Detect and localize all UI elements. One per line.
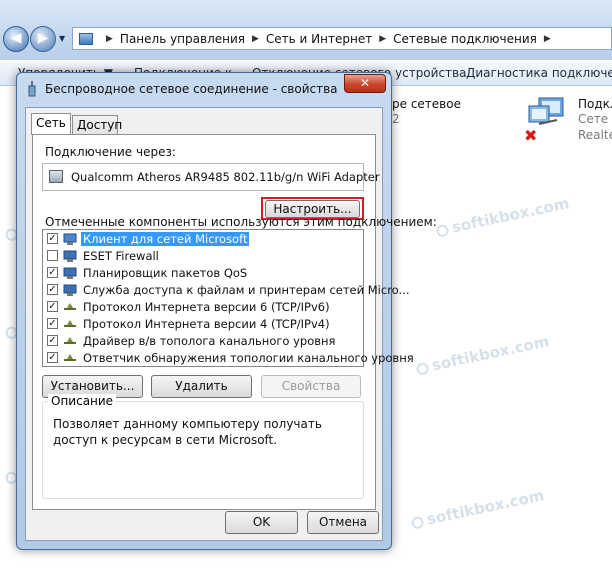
protocol-icon xyxy=(64,337,76,344)
protocol-icon xyxy=(64,354,76,361)
checkbox[interactable]: ✓ xyxy=(47,284,58,295)
list-item[interactable]: ✓ Протокол Интернета версии 6 (TCP/IPv6) xyxy=(43,299,361,316)
network-connection-icon[interactable] xyxy=(527,96,565,128)
tab-network[interactable]: Сеть xyxy=(31,113,71,135)
breadcrumb-control-panel[interactable]: Панель управления xyxy=(120,32,245,46)
tab-panel-network: Подключение через: Qualcomm Atheros AR94… xyxy=(32,134,437,510)
component-label[interactable]: Драйвер в/в тополога канального уровня xyxy=(81,334,337,348)
component-label[interactable]: Служба доступа к файлам и принтерам сете… xyxy=(81,283,411,297)
component-label[interactable]: Планировщик пакетов QoS xyxy=(81,266,249,280)
disconnected-x-icon: ✖ xyxy=(524,126,538,145)
explorer-address-area: ◀ ▶ ▼ ▶ Панель управления ▶ Сеть и Интер… xyxy=(0,0,612,60)
protocol-icon xyxy=(64,320,76,327)
list-item[interactable]: ✓ Драйвер в/в тополога канального уровня xyxy=(43,333,361,350)
checkbox[interactable]: ✓ xyxy=(47,335,58,346)
checkbox[interactable]: ✓ xyxy=(47,301,58,312)
remove-button[interactable]: Удалить xyxy=(151,375,252,398)
dialog-titlebar[interactable]: Беспроводное сетевое соединение - свойст… xyxy=(17,73,391,107)
chevron-right-icon[interactable]: ▶ xyxy=(379,34,386,44)
list-item[interactable]: ✓ Протокол Интернета версии 4 (TCP/IPv4) xyxy=(43,316,361,333)
network-service-icon xyxy=(63,284,77,296)
checkbox[interactable] xyxy=(47,250,58,261)
properties-dialog: Беспроводное сетевое соединение - свойст… xyxy=(16,72,437,550)
forward-button[interactable]: ▶ xyxy=(30,26,56,52)
component-label[interactable]: Клиент для сетей Microsoft xyxy=(81,232,250,246)
component-label[interactable]: ESET Firewall xyxy=(81,249,161,263)
dialog-client-area: Сеть Доступ Подключение через: Qualcomm … xyxy=(25,107,437,541)
watermark: softikbox.com xyxy=(410,486,546,532)
chevron-right-icon[interactable]: ▶ xyxy=(544,34,551,44)
list-item[interactable]: ✓ Клиент для сетей Microsoft xyxy=(43,231,361,248)
description-heading: Описание xyxy=(48,394,117,408)
checkbox[interactable]: ✓ xyxy=(47,352,58,363)
components-label: Отмеченные компоненты используются этим … xyxy=(45,215,437,229)
watermark: softikbox.com xyxy=(435,194,571,240)
chevron-right-icon[interactable]: ▶ xyxy=(106,34,113,44)
watermark: softikbox.com xyxy=(415,332,551,378)
list-item[interactable]: ✓ Служба доступа к файлам и принтерам се… xyxy=(43,282,409,299)
properties-button[interactable]: Свойства xyxy=(261,375,361,398)
breadcrumb-network-connections[interactable]: Сетевые подключения xyxy=(393,32,537,46)
network-service-icon xyxy=(63,267,77,279)
control-panel-icon xyxy=(79,32,93,45)
connection-name-2[interactable]: Подкл xyxy=(578,97,612,111)
connection-name[interactable]: ре сетевое xyxy=(392,97,461,111)
connection-status-2: Сете xyxy=(578,112,609,126)
list-item[interactable]: ESET Firewall xyxy=(43,248,361,265)
back-button[interactable]: ◀ xyxy=(3,26,29,52)
tab-sharing[interactable]: Доступ xyxy=(72,115,122,135)
adapter-field: Qualcomm Atheros AR9485 802.11b/g/n WiFi… xyxy=(42,163,380,191)
network-service-icon xyxy=(63,250,77,262)
components-list[interactable]: ✓ Клиент для сетей Microsoft ESET Firewa… xyxy=(42,229,414,367)
close-button[interactable]: ✕ xyxy=(344,74,386,93)
component-label[interactable]: Протокол Интернета версии 6 (TCP/IPv6) xyxy=(81,300,332,314)
address-bar[interactable]: ▶ Панель управления ▶ Сеть и Интернет ▶ … xyxy=(72,27,612,50)
wireless-adapter-icon xyxy=(28,81,36,97)
checkbox[interactable]: ✓ xyxy=(47,318,58,329)
chevron-right-icon[interactable]: ▶ xyxy=(252,34,259,44)
network-client-icon xyxy=(63,233,77,245)
history-dropdown-icon[interactable]: ▼ xyxy=(59,34,65,43)
connect-via-label: Подключение через: xyxy=(45,145,176,159)
description-group: Описание Позволяет данному компьютеру по… xyxy=(42,394,364,499)
network-adapter-icon xyxy=(49,170,63,183)
component-label[interactable]: Протокол Интернета версии 4 (TCP/IPv4) xyxy=(81,317,332,331)
description-text: Позволяет данному компьютеру получать до… xyxy=(53,417,322,447)
ok-button[interactable]: OK xyxy=(225,511,298,534)
adapter-name: Qualcomm Atheros AR9485 802.11b/g/n WiFi… xyxy=(71,170,380,184)
breadcrumb-network-internet[interactable]: Сеть и Интернет xyxy=(266,32,372,46)
cancel-button[interactable]: Отмена xyxy=(307,511,379,534)
connection-adapter-2: Realte xyxy=(578,128,612,142)
list-item[interactable]: ✓ Ответчик обнаружения топологии канальн… xyxy=(43,350,414,367)
checkbox[interactable]: ✓ xyxy=(47,267,58,278)
connection-status: 2 xyxy=(392,112,400,126)
diagnose-button[interactable]: Диагностика подключения xyxy=(466,66,612,80)
list-item[interactable]: ✓ Планировщик пакетов QoS xyxy=(43,265,361,282)
component-label[interactable]: Ответчик обнаружения топологии канальног… xyxy=(81,351,416,365)
checkbox[interactable]: ✓ xyxy=(47,233,58,244)
protocol-icon xyxy=(64,303,76,310)
dialog-title: Беспроводное сетевое соединение - свойст… xyxy=(45,82,338,96)
